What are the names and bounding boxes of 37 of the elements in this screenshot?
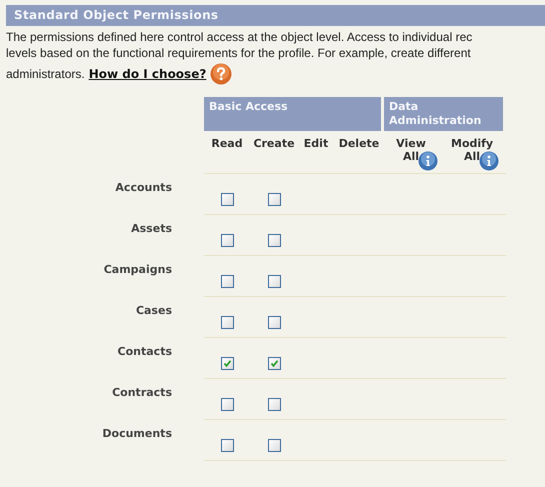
column-header: View All <box>395 137 427 163</box>
object-label: Contracts <box>111 385 173 401</box>
checkbox[interactable] <box>220 439 234 452</box>
checkbox[interactable] <box>220 234 234 247</box>
object-label: Accounts <box>114 180 173 196</box>
object-label: Campaigns <box>102 262 173 278</box>
info-icon[interactable] <box>479 151 499 171</box>
intro-text: The permissions defined here control access at the object level. Access to individual rec <box>6 29 474 45</box>
checkbox[interactable] <box>268 234 280 247</box>
group-header: Basic Access <box>204 97 381 131</box>
intro-text: levels based on the functional requirements for the profile. For example, create different <box>6 45 472 61</box>
checkbox[interactable] <box>220 357 234 370</box>
checkbox[interactable] <box>268 439 280 452</box>
checkbox[interactable] <box>220 398 234 411</box>
object-label: Cases <box>134 303 173 319</box>
object-label: Contacts <box>116 344 173 360</box>
help-link[interactable]: How do I choose? <box>88 67 206 81</box>
checkbox[interactable] <box>268 275 280 288</box>
checkbox[interactable] <box>220 275 234 288</box>
help-icon[interactable] <box>210 63 232 85</box>
column-header: Delete <box>338 137 380 150</box>
checkbox[interactable] <box>220 193 234 206</box>
group-header: Data Administration <box>384 97 503 131</box>
column-header: Modify All <box>451 137 493 163</box>
column-header: Create <box>253 137 295 150</box>
column-header: Edit <box>304 137 328 150</box>
checkbox[interactable] <box>220 316 234 329</box>
object-label: Documents <box>101 426 173 442</box>
checkbox[interactable] <box>268 193 280 206</box>
checkbox[interactable] <box>268 357 280 370</box>
object-label: Assets <box>130 221 173 237</box>
section-header: Standard Object Permissions <box>6 5 545 26</box>
column-header: Read <box>211 137 243 150</box>
checkbox[interactable] <box>268 316 280 329</box>
intro-text: administrators. <box>6 67 85 81</box>
checkbox[interactable] <box>268 398 280 411</box>
info-icon[interactable] <box>418 151 438 171</box>
